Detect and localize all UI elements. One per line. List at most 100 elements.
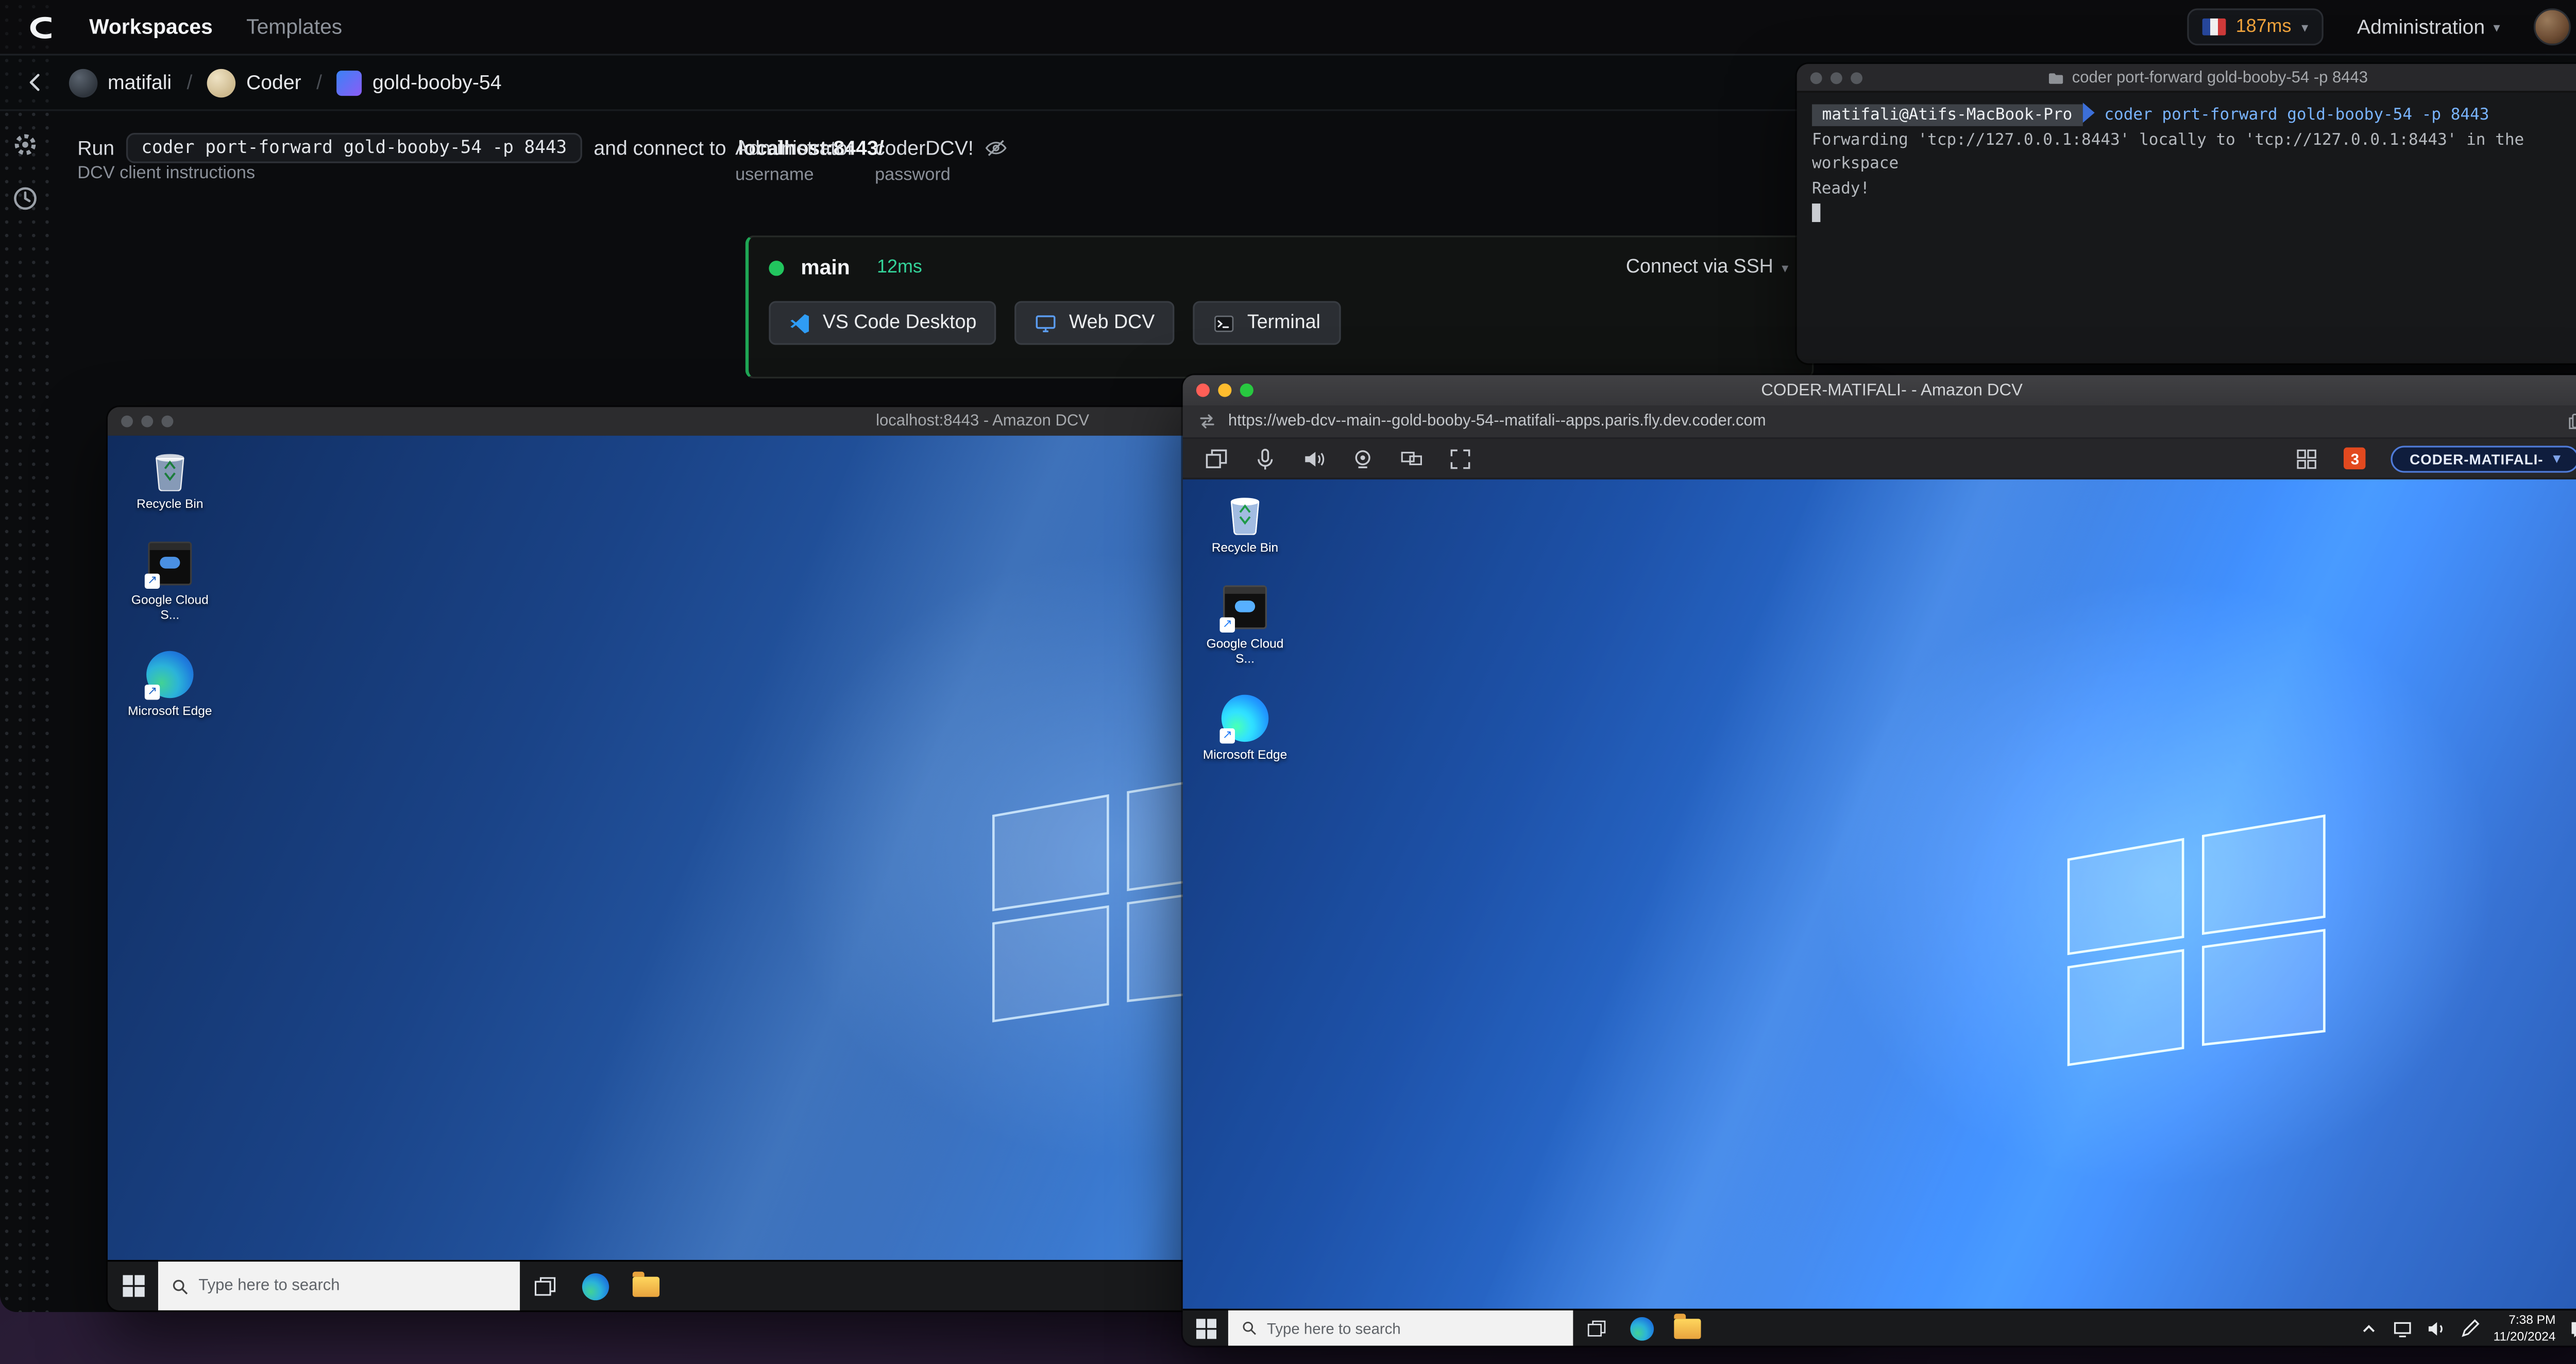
shortcut-arrow-icon: ↗ (144, 685, 160, 700)
terminal-cursor (1812, 203, 1821, 222)
minimize-button[interactable] (141, 415, 154, 428)
shortcut-arrow-icon: ↗ (144, 573, 160, 589)
address-url[interactable]: https://web-dcv--main--gold-booby-54--ma… (1228, 412, 2556, 431)
breadcrumb-template-label: Coder (246, 71, 301, 94)
cloud-glyph (160, 556, 180, 569)
latency-value: 187ms (2235, 16, 2292, 37)
dcv-titlebar[interactable]: CODER-MATIFALI- - Amazon DCV (1182, 375, 2576, 406)
task-view-button[interactable] (520, 1261, 570, 1310)
user-avatar-small (69, 68, 98, 97)
terminal-output[interactable]: matifali@Atifs-MacBook-Pro coder port-for… (1797, 93, 2576, 364)
action-center-icon[interactable] (2569, 1318, 2576, 1338)
connect-label: and connect to (594, 136, 726, 160)
taskbar-clock[interactable]: 7:38 PM 11/20/2024 (2494, 1312, 2556, 1344)
site-connection-icon[interactable] (1198, 412, 1216, 431)
close-button[interactable] (1810, 71, 1822, 83)
notification-badge[interactable]: 3 (2344, 447, 2366, 470)
chevron-down-icon: ▾ (2301, 19, 2309, 35)
microphone-icon[interactable] (1253, 447, 1277, 470)
coder-matifali-dcv-window: CODER-MATIFALI- - Amazon DCV https://web… (1182, 375, 2576, 1346)
username-label: username (735, 165, 814, 185)
task-view-icon (1587, 1320, 1605, 1336)
speaker-icon[interactable] (1302, 447, 1326, 470)
vscode-icon (790, 313, 809, 333)
agent-latency: 12ms (876, 257, 922, 278)
tray-chevron-up-icon[interactable] (2359, 1318, 2379, 1338)
clock-time: 7:38 PM (2509, 1312, 2556, 1327)
pen-icon[interactable] (2460, 1318, 2480, 1338)
latency-badge[interactable]: 187ms ▾ (2187, 8, 2324, 46)
google-cloud-shell-icon[interactable]: ↗ Google Cloud S... (121, 540, 218, 622)
close-button[interactable] (121, 415, 133, 428)
coder-logo[interactable] (24, 11, 56, 43)
task-view-button[interactable] (1573, 1310, 1618, 1346)
history-clock-icon[interactable] (12, 185, 39, 212)
template-avatar (207, 68, 236, 97)
session-dropdown[interactable]: CODER-MATIFALI- ▾ (2391, 445, 2576, 472)
minimize-button[interactable] (1218, 383, 1232, 397)
folder-icon (632, 1271, 660, 1297)
nav-workspaces[interactable]: Workspaces (89, 15, 213, 39)
vscode-desktop-button[interactable]: VS Code Desktop (769, 301, 997, 345)
taskbar-search[interactable]: Type here to search (158, 1261, 520, 1310)
copy-page-icon[interactable] (2567, 412, 2576, 431)
shortcut-arrow-icon: ↗ (1219, 617, 1235, 633)
start-button[interactable] (1183, 1310, 1228, 1346)
web-dcv-button[interactable]: Web DCV (1015, 301, 1175, 345)
zoom-button[interactable] (161, 415, 174, 428)
recycle-bin-icon[interactable]: Recycle Bin (1196, 488, 1294, 555)
taskbar-search[interactable]: Type here to search (1228, 1310, 1573, 1346)
agent-status-dot (769, 260, 784, 275)
terminal-title: coder port-forward gold-booby-54 -p 8443 (1797, 68, 2576, 87)
breadcrumb-workspace[interactable]: gold-booby-54 (337, 70, 502, 95)
username-block: Administrator username (735, 137, 854, 185)
desktop-icons: Recycle Bin ↗ Google Cloud S... ↗ Micros… (1196, 488, 1294, 762)
output-ready-line: Ready! (1812, 180, 1870, 199)
connect-via-ssh-dropdown[interactable]: Connect via SSH ▾ (1626, 258, 1788, 278)
eye-off-icon[interactable] (984, 137, 1007, 160)
microsoft-edge-icon[interactable]: ↗ Microsoft Edge (121, 651, 218, 718)
windows-start-icon (122, 1275, 144, 1297)
user-avatar[interactable] (2533, 8, 2571, 46)
dcv-client-instructions-link[interactable]: DCV client instructions (77, 163, 255, 183)
network-icon[interactable] (2393, 1318, 2413, 1338)
zoom-button[interactable] (1240, 383, 1253, 397)
left-icon-rail (0, 111, 50, 1312)
breadcrumb-user[interactable]: matifali (69, 68, 172, 97)
multi-monitor-icon[interactable] (1400, 447, 1423, 470)
file-explorer-button[interactable] (621, 1261, 671, 1310)
edge-taskbar-button[interactable] (1619, 1310, 1664, 1346)
desktop-icons: Recycle Bin ↗ Google Cloud S... ↗ Micros… (121, 444, 218, 718)
minimize-button[interactable] (1830, 71, 1842, 83)
terminal-titlebar[interactable]: coder port-forward gold-booby-54 -p 8443 (1797, 64, 2576, 93)
nav-templates[interactable]: Templates (246, 15, 342, 39)
folder-icon (1673, 1312, 1700, 1338)
back-button[interactable] (17, 64, 54, 101)
terminal-window: coder port-forward gold-booby-54 -p 8443… (1797, 64, 2576, 364)
windows-cascade-icon[interactable] (1205, 447, 1228, 470)
connect-via-ssh-label: Connect via SSH (1625, 257, 1773, 278)
google-cloud-shell-icon[interactable]: ↗ Google Cloud S... (1196, 584, 1294, 666)
workspace-icon (337, 70, 363, 95)
start-button[interactable] (108, 1261, 158, 1310)
edge-taskbar-button[interactable] (570, 1261, 621, 1310)
flag-france-icon (2202, 18, 2226, 36)
settings-gear-icon[interactable] (12, 131, 39, 158)
volume-icon[interactable] (2426, 1318, 2446, 1338)
recycle-bin-icon[interactable]: Recycle Bin (121, 444, 218, 512)
close-button[interactable] (1196, 383, 1210, 397)
screen: Workspaces Templates 187ms ▾ Administrat… (0, 0, 2576, 1364)
administration-menu[interactable]: Administration ▾ (2357, 15, 2500, 39)
agent-actions: VS Code Desktop Web DCV Terminal (749, 279, 1812, 345)
breadcrumb-template[interactable]: Coder (207, 68, 301, 97)
microsoft-edge-icon[interactable]: ↗ Microsoft Edge (1196, 694, 1294, 762)
file-explorer-button[interactable] (1664, 1310, 1709, 1346)
search-placeholder: Type here to search (198, 1276, 340, 1295)
clock-date: 11/20/2024 (2493, 1328, 2556, 1343)
webcam-icon[interactable] (1351, 447, 1375, 470)
password-block: coderDCV! password (875, 137, 1007, 185)
zoom-button[interactable] (1851, 71, 1863, 83)
terminal-button[interactable]: Terminal (1193, 301, 1341, 345)
metrics-grid-icon[interactable] (2295, 447, 2319, 470)
fullscreen-icon[interactable] (1449, 447, 1472, 470)
